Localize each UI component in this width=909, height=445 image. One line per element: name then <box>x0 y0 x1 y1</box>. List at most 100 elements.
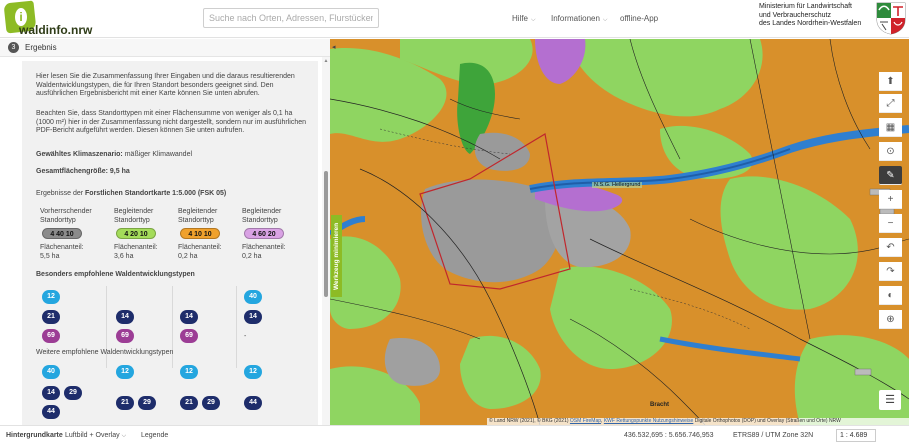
type-line: Begleitender <box>114 208 154 215</box>
recommended-heading: Besonders empfohlene Waldentwicklungstyp… <box>36 271 195 278</box>
type-line: Standorttyp <box>114 216 150 224</box>
nrw-crest-icon <box>876 2 906 35</box>
step-number-badge: 3 <box>8 42 19 53</box>
area-value: 3,6 ha <box>114 252 134 260</box>
standort-col-3-type: Begleitender Standorttyp <box>178 208 217 225</box>
area-label: Flächenanteil: <box>242 244 286 251</box>
wet-badge: 69 <box>42 329 60 343</box>
chevron-down-icon: ⌵ <box>602 17 608 23</box>
sidebar-scrollbar[interactable]: ▲ <box>322 57 330 425</box>
area-value: 0,2 ha <box>178 252 198 260</box>
type-line: Standorttyp <box>40 216 76 224</box>
chevron-down-icon: ⌵ <box>531 17 536 23</box>
undo-icon[interactable]: ↶ <box>879 238 902 257</box>
further-heading: Weitere empfohlene Waldentwicklungstypen <box>36 349 174 356</box>
area-label: Flächenanteil: <box>114 244 158 251</box>
background-map-value: Luftbild + Overlay <box>65 432 120 439</box>
app-root: i waldinfo.nrw Hilfe⌵ Informationen⌵ off… <box>0 0 909 445</box>
climate-label: Gewähltes Klimaszenario: <box>36 151 123 158</box>
waldinfo-logo[interactable]: i waldinfo.nrw <box>3 0 123 37</box>
tools-icon[interactable]: ✎ <box>879 166 902 185</box>
wet-badge: 12 <box>116 365 134 379</box>
wet-badge: 21 <box>116 396 134 410</box>
compass-icon[interactable]: ⬆ <box>879 72 902 91</box>
wet-badge: 40 <box>244 290 262 304</box>
standort-col-2-area: Flächenanteil: 3,6 ha <box>114 244 158 261</box>
wet-badge: 12 <box>42 290 60 304</box>
wet-badge: 69 <box>116 329 134 343</box>
logo-text-main: waldinfo <box>19 23 68 37</box>
ministry-line-2: und Verbraucherschutz <box>759 11 831 19</box>
attribution-text: Digitale Orthophotos (DOP) und Overlay (… <box>693 418 841 424</box>
attribution-link-osm-firemap[interactable]: OSM FireMap <box>570 418 601 424</box>
note-text: Beachten Sie, dass Standorttypen mit ein… <box>36 110 307 134</box>
layers-button[interactable]: ☰ <box>879 390 901 410</box>
map-canvas[interactable] <box>330 39 909 425</box>
nav-help[interactable]: Hilfe ⌵ <box>512 14 536 24</box>
result-step-header[interactable]: 3 Ergebnis <box>0 39 330 57</box>
logo-text-suffix: .nrw <box>67 23 93 37</box>
redo-icon[interactable]: ↷ <box>879 262 902 281</box>
wet-badge: 14 <box>116 310 134 324</box>
status-bar: Hintergrundkarte Luftbild + Overlay ⌵ Le… <box>0 425 909 445</box>
attribution-link-kwf[interactable]: KWF Rettungspunkte Nutzungshinweise <box>604 418 694 424</box>
wet-badge: 69 <box>180 329 198 343</box>
standort-col-4-area: Flächenanteil: 0,2 ha <box>242 244 286 261</box>
results-source: Forstlichen Standortkarte 1:5.000 (FSK 0… <box>85 190 227 197</box>
wet-badge: 21 <box>42 310 60 324</box>
collapse-left-icon[interactable]: ◂ <box>332 43 336 51</box>
location-pin-icon[interactable]: ⊙ <box>879 142 902 161</box>
fullscreen-icon[interactable]: ⤢ <box>879 94 902 113</box>
step-label: Ergebnis <box>25 43 57 52</box>
standort-col-3-area: Flächenanteil: 0,2 ha <box>178 244 222 261</box>
wet-badge: 14 <box>180 310 198 324</box>
nav-offline-app-label: offline-App <box>620 14 659 23</box>
background-map-select[interactable]: Luftbild + Overlay ⌵ <box>65 432 126 440</box>
nav-offline-app[interactable]: offline-App <box>620 14 658 23</box>
wet-badge: 29 <box>202 396 220 410</box>
zoom-out-icon[interactable]: − <box>879 214 902 233</box>
locate-icon[interactable]: ⊕ <box>879 310 902 329</box>
wet-badge: 29 <box>64 386 82 400</box>
result-panel: Hier lesen Sie die Zusammenfassung Ihrer… <box>22 61 318 425</box>
scrollbar-thumb[interactable] <box>324 171 328 297</box>
type-line: Standorttyp <box>178 216 214 224</box>
logo-text: waldinfo.nrw <box>19 23 92 37</box>
wet-badge: 14 <box>42 386 60 400</box>
coordinate-readout: 436.532,695 : 5.656.746,953 <box>624 432 714 439</box>
scale-input[interactable]: 1 : 4.689 <box>836 429 876 442</box>
total-area: Gesamtflächengröße: 9,5 ha <box>36 168 130 175</box>
type-line: Begleitender <box>178 208 218 215</box>
standort-col-2-type: Begleitender Standorttyp <box>114 208 153 225</box>
type-line: Vorherrschender <box>40 208 92 215</box>
wet-badge: 12 <box>180 365 198 379</box>
scroll-up-icon[interactable]: ▲ <box>323 58 329 64</box>
wet-badge: 14 <box>244 310 262 324</box>
area-label: Flächenanteil: <box>178 244 222 251</box>
calendar-icon[interactable]: ▦ <box>879 118 902 137</box>
wet-badge: 29 <box>138 396 156 410</box>
search-input[interactable] <box>203 8 379 28</box>
wet-badge: 12 <box>244 365 262 379</box>
type-line: Standorttyp <box>242 216 278 224</box>
minimize-tool-tab[interactable]: Werkzeug minimieren <box>331 215 342 297</box>
area-value: 0,2 ha <box>242 252 262 260</box>
projection-label: ETRS89 / UTM Zone 32N <box>733 432 814 439</box>
measure-icon[interactable]: ◐ <box>879 286 902 305</box>
standort-badge-2: 4 20 10 <box>116 228 156 239</box>
map-label-nsg: N.S.G. Hellergrund <box>592 182 643 188</box>
standort-col-1-area: Flächenanteil: 5,5 ha <box>40 244 84 261</box>
standort-badge-4: 4 60 20 <box>244 228 284 239</box>
map-view[interactable]: N.S.G. Hellergrund Bracht <box>330 39 909 425</box>
nav-help-label: Hilfe <box>512 14 529 23</box>
nav-information[interactable]: Informationen ⌵ <box>551 14 607 24</box>
type-line: Begleitender <box>242 208 282 215</box>
layers-icon: ☰ <box>885 394 895 406</box>
climate-scenario: Gewähltes Klimaszenario: mäßiger Klimawa… <box>36 151 312 160</box>
legend-link[interactable]: Legende <box>141 432 168 439</box>
zoom-in-icon[interactable]: + <box>879 190 902 209</box>
wet-badge: 44 <box>244 396 262 410</box>
standort-badge-1: 4 40 10 <box>42 228 82 239</box>
map-label-bracht: Bracht <box>650 402 670 408</box>
ministry-line-1: Ministerium für Landwirtschaft <box>759 3 852 10</box>
